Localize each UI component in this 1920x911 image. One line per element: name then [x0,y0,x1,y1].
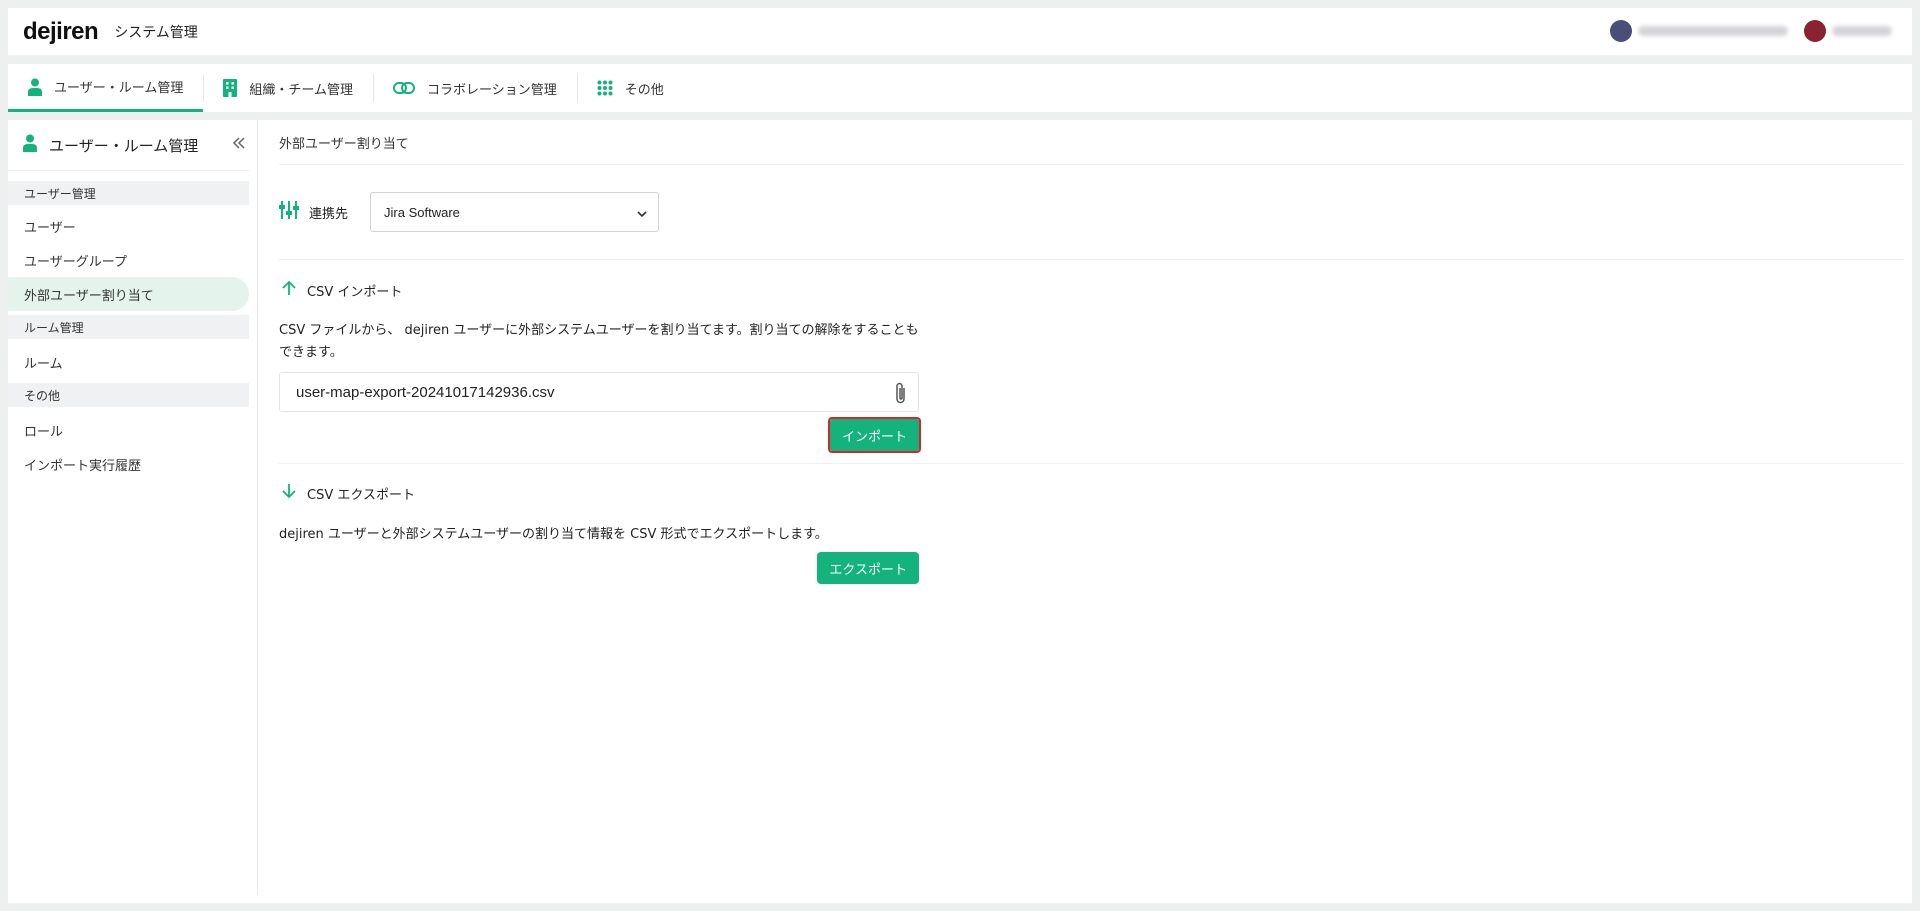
tab-label: コラボレーション管理 [426,82,557,98]
tab-label: ユーザー・ルーム管理 [54,81,184,96]
file-name: user-map-export-20241017142936.csv [296,383,555,401]
org-name-redacted [1638,26,1788,36]
sidebar-item-import-history[interactable]: インポート実行履歴 [8,447,249,481]
divider [8,170,249,171]
connect-target-label: 連携先 [309,206,349,222]
tab-user-room[interactable]: ユーザー・ルーム管理 [8,64,204,112]
connect-target-select[interactable]: Jira Software [370,192,660,232]
export-button-row: エクスポート [279,552,919,584]
arrow-up-icon [281,280,297,300]
sidebar-item-rooms[interactable]: ルーム [8,345,249,379]
user-area[interactable] [1610,20,1892,42]
tab-collaboration[interactable]: コラボレーション管理 [372,64,577,112]
tab-label: その他 [624,82,664,98]
csv-export-description: dejiren ユーザーと外部システムユーザーの割り当て情報を CSV 形式でエ… [279,527,828,542]
sliders-icon [279,200,299,224]
sidebar: ユーザー・ルーム管理 ユーザー管理 ユーザー ユーザーグループ 外部ユーザー割り… [8,120,258,895]
file-input[interactable]: user-map-export-20241017142936.csv [279,372,919,412]
csv-import-description: CSV ファイルから、 dejiren ユーザーに外部システムユーザーを割り当て… [279,323,919,360]
sidebar-section-other: その他 [8,383,249,407]
export-button[interactable]: エクスポート [817,552,919,584]
arrow-down-icon [281,483,297,503]
main-tabs: ユーザー・ルーム管理 組織・チーム管理 コラボレーション管理 その他 [8,64,1912,112]
tab-other[interactable]: その他 [576,64,684,112]
tab-label: 組織・チーム管理 [249,82,353,98]
csv-import-heading: CSV インポート [279,260,1904,320]
link-icon [392,81,415,95]
person-icon [28,78,42,96]
main-panel: ユーザー・ルーム管理 ユーザー管理 ユーザー ユーザーグループ 外部ユーザー割り… [8,120,1912,903]
content-area: 外部ユーザー割り当て 連携先 Jira Software CSV インポート C… [279,120,1904,584]
page-title: 外部ユーザー割り当て [279,120,1904,165]
app-header: dejiren システム管理 [8,8,1912,55]
paperclip-icon[interactable] [894,381,908,409]
sidebar-title: ユーザー・ルーム管理 [49,136,199,155]
import-button[interactable]: インポート [827,417,922,453]
building-icon [223,79,238,97]
app-logo[interactable]: dejiren [23,18,99,46]
person-icon [23,134,37,156]
connect-target-value: Jira Software [384,204,460,220]
org-avatar [1610,20,1632,42]
collapse-sidebar-icon[interactable] [231,135,247,155]
csv-export-heading: CSV エクスポート [279,464,1904,522]
import-button-row: インポート [279,417,922,453]
csv-export-title: CSV エクスポート [307,487,415,503]
sidebar-section-user-management: ユーザー管理 [8,181,249,205]
user-name-redacted [1832,26,1892,36]
sidebar-header: ユーザー・ルーム管理 [8,120,257,170]
sidebar-item-external-user-mapping[interactable]: 外部ユーザー割り当て [8,277,249,311]
chevron-down-icon [636,207,648,222]
sidebar-section-room-management: ルーム管理 [8,315,249,339]
csv-import-title: CSV インポート [307,284,403,300]
sidebar-item-users[interactable]: ユーザー [8,209,249,243]
user-avatar [1804,20,1826,42]
header-title: システム管理 [114,24,198,41]
connect-target-row: 連携先 Jira Software [279,165,1904,260]
sidebar-item-user-groups[interactable]: ユーザーグループ [8,243,249,277]
tab-org-team[interactable]: 組織・チーム管理 [203,64,373,112]
sidebar-item-roles[interactable]: ロール [8,413,249,447]
grid-icon [597,80,613,96]
